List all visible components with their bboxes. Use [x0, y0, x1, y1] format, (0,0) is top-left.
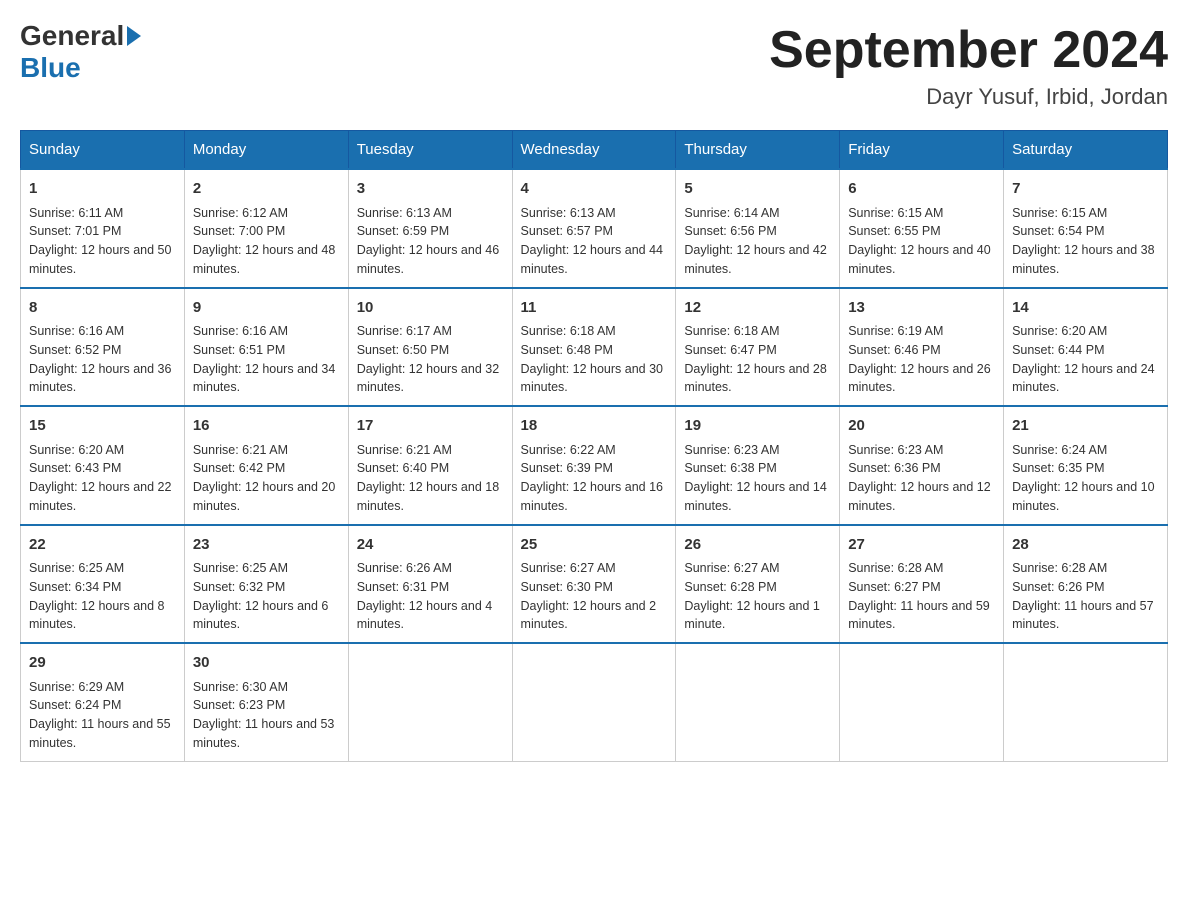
calendar-header-saturday: Saturday — [1004, 131, 1168, 170]
calendar-table: SundayMondayTuesdayWednesdayThursdayFrid… — [20, 130, 1168, 762]
day-number: 15 — [29, 415, 176, 438]
logo-general-text: General — [20, 20, 124, 52]
calendar-cell: 29Sunrise: 6:29 AMSunset: 6:24 PMDayligh… — [21, 643, 185, 761]
calendar-cell: 21Sunrise: 6:24 AMSunset: 6:35 PMDayligh… — [1004, 406, 1168, 525]
calendar-cell: 4Sunrise: 6:13 AMSunset: 6:57 PMDaylight… — [512, 169, 676, 288]
logo-blue-text: Blue — [20, 52, 81, 84]
calendar-cell: 17Sunrise: 6:21 AMSunset: 6:40 PMDayligh… — [348, 406, 512, 525]
calendar-cell — [840, 643, 1004, 761]
calendar-cell: 12Sunrise: 6:18 AMSunset: 6:47 PMDayligh… — [676, 288, 840, 407]
calendar-cell: 20Sunrise: 6:23 AMSunset: 6:36 PMDayligh… — [840, 406, 1004, 525]
calendar-cell: 2Sunrise: 6:12 AMSunset: 7:00 PMDaylight… — [184, 169, 348, 288]
calendar-cell: 27Sunrise: 6:28 AMSunset: 6:27 PMDayligh… — [840, 525, 1004, 644]
calendar-header-thursday: Thursday — [676, 131, 840, 170]
day-number: 10 — [357, 297, 504, 320]
calendar-cell: 8Sunrise: 6:16 AMSunset: 6:52 PMDaylight… — [21, 288, 185, 407]
calendar-cell: 18Sunrise: 6:22 AMSunset: 6:39 PMDayligh… — [512, 406, 676, 525]
calendar-cell: 24Sunrise: 6:26 AMSunset: 6:31 PMDayligh… — [348, 525, 512, 644]
calendar-week-row: 22Sunrise: 6:25 AMSunset: 6:34 PMDayligh… — [21, 525, 1168, 644]
calendar-week-row: 29Sunrise: 6:29 AMSunset: 6:24 PMDayligh… — [21, 643, 1168, 761]
calendar-cell: 25Sunrise: 6:27 AMSunset: 6:30 PMDayligh… — [512, 525, 676, 644]
calendar-cell: 28Sunrise: 6:28 AMSunset: 6:26 PMDayligh… — [1004, 525, 1168, 644]
day-number: 21 — [1012, 415, 1159, 438]
calendar-header-monday: Monday — [184, 131, 348, 170]
calendar-cell: 10Sunrise: 6:17 AMSunset: 6:50 PMDayligh… — [348, 288, 512, 407]
day-number: 3 — [357, 178, 504, 201]
logo-triangle-icon — [127, 26, 141, 46]
calendar-cell — [1004, 643, 1168, 761]
day-number: 14 — [1012, 297, 1159, 320]
calendar-cell: 26Sunrise: 6:27 AMSunset: 6:28 PMDayligh… — [676, 525, 840, 644]
day-number: 7 — [1012, 178, 1159, 201]
calendar-cell: 19Sunrise: 6:23 AMSunset: 6:38 PMDayligh… — [676, 406, 840, 525]
day-number: 5 — [684, 178, 831, 201]
calendar-cell — [348, 643, 512, 761]
calendar-cell: 9Sunrise: 6:16 AMSunset: 6:51 PMDaylight… — [184, 288, 348, 407]
calendar-header-sunday: Sunday — [21, 131, 185, 170]
calendar-cell: 7Sunrise: 6:15 AMSunset: 6:54 PMDaylight… — [1004, 169, 1168, 288]
location-title: Dayr Yusuf, Irbid, Jordan — [769, 84, 1168, 110]
calendar-cell: 6Sunrise: 6:15 AMSunset: 6:55 PMDaylight… — [840, 169, 1004, 288]
day-number: 18 — [521, 415, 668, 438]
day-number: 12 — [684, 297, 831, 320]
page-header: General Blue September 2024 Dayr Yusuf, … — [20, 20, 1168, 110]
calendar-cell — [676, 643, 840, 761]
calendar-header-row: SundayMondayTuesdayWednesdayThursdayFrid… — [21, 131, 1168, 170]
day-number: 20 — [848, 415, 995, 438]
day-number: 25 — [521, 534, 668, 557]
calendar-week-row: 1Sunrise: 6:11 AMSunset: 7:01 PMDaylight… — [21, 169, 1168, 288]
calendar-week-row: 8Sunrise: 6:16 AMSunset: 6:52 PMDaylight… — [21, 288, 1168, 407]
logo: General Blue — [20, 20, 141, 84]
day-number: 2 — [193, 178, 340, 201]
calendar-header-friday: Friday — [840, 131, 1004, 170]
calendar-cell: 15Sunrise: 6:20 AMSunset: 6:43 PMDayligh… — [21, 406, 185, 525]
day-number: 24 — [357, 534, 504, 557]
calendar-cell: 16Sunrise: 6:21 AMSunset: 6:42 PMDayligh… — [184, 406, 348, 525]
calendar-header-wednesday: Wednesday — [512, 131, 676, 170]
day-number: 23 — [193, 534, 340, 557]
day-number: 4 — [521, 178, 668, 201]
day-number: 30 — [193, 652, 340, 675]
calendar-cell — [512, 643, 676, 761]
calendar-week-row: 15Sunrise: 6:20 AMSunset: 6:43 PMDayligh… — [21, 406, 1168, 525]
calendar-cell: 13Sunrise: 6:19 AMSunset: 6:46 PMDayligh… — [840, 288, 1004, 407]
calendar-cell: 11Sunrise: 6:18 AMSunset: 6:48 PMDayligh… — [512, 288, 676, 407]
day-number: 22 — [29, 534, 176, 557]
day-number: 13 — [848, 297, 995, 320]
day-number: 6 — [848, 178, 995, 201]
month-title: September 2024 — [769, 20, 1168, 80]
day-number: 28 — [1012, 534, 1159, 557]
title-section: September 2024 Dayr Yusuf, Irbid, Jordan — [769, 20, 1168, 110]
calendar-cell: 3Sunrise: 6:13 AMSunset: 6:59 PMDaylight… — [348, 169, 512, 288]
day-number: 1 — [29, 178, 176, 201]
calendar-cell: 5Sunrise: 6:14 AMSunset: 6:56 PMDaylight… — [676, 169, 840, 288]
calendar-cell: 30Sunrise: 6:30 AMSunset: 6:23 PMDayligh… — [184, 643, 348, 761]
day-number: 17 — [357, 415, 504, 438]
day-number: 29 — [29, 652, 176, 675]
day-number: 26 — [684, 534, 831, 557]
day-number: 19 — [684, 415, 831, 438]
day-number: 9 — [193, 297, 340, 320]
calendar-cell: 14Sunrise: 6:20 AMSunset: 6:44 PMDayligh… — [1004, 288, 1168, 407]
day-number: 11 — [521, 297, 668, 320]
calendar-cell: 1Sunrise: 6:11 AMSunset: 7:01 PMDaylight… — [21, 169, 185, 288]
calendar-cell: 22Sunrise: 6:25 AMSunset: 6:34 PMDayligh… — [21, 525, 185, 644]
day-number: 8 — [29, 297, 176, 320]
day-number: 16 — [193, 415, 340, 438]
calendar-cell: 23Sunrise: 6:25 AMSunset: 6:32 PMDayligh… — [184, 525, 348, 644]
calendar-header-tuesday: Tuesday — [348, 131, 512, 170]
day-number: 27 — [848, 534, 995, 557]
